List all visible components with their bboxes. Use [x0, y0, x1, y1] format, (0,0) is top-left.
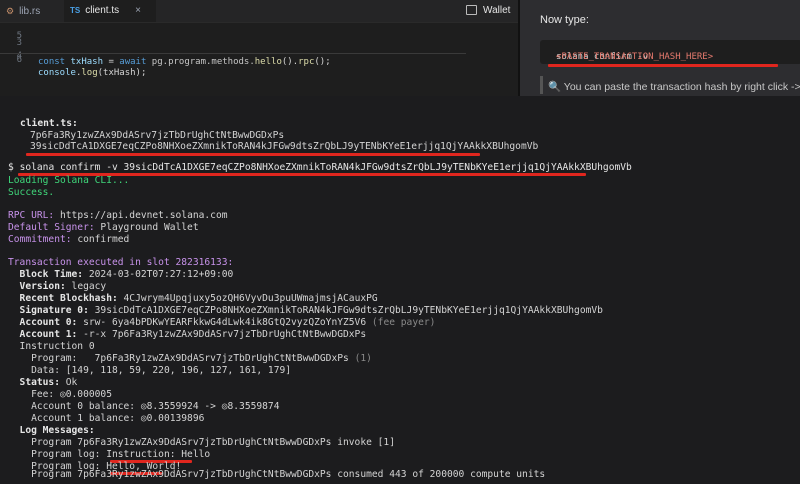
line-number: 6	[16, 55, 22, 65]
code-text: console.log(txHash);	[38, 68, 147, 78]
loading-text: Loading Solana CLI...	[8, 175, 130, 186]
tutorial-command-block[interactable]: solana confirm -v <PASTE_TRANSACTION_HAS…	[540, 40, 800, 64]
tx-hash-line[interactable]: 39sicDdTcA1DXGE7eqCZPo8NHXoeZXmnikToRAN4…	[30, 141, 538, 153]
hint-bar	[540, 76, 543, 94]
executed-heading: Transaction executed in slot 282316133:	[8, 257, 234, 268]
data-line: Data: [149, 118, 59, 220, 196, 127, 161,…	[8, 365, 292, 376]
wallet-button[interactable]: Wallet	[466, 2, 516, 20]
version: Version: legacy	[8, 281, 107, 292]
tab-client-ts[interactable]: TS client.ts ×	[64, 0, 156, 22]
log-line: Program 7p6Fa3Ry1zwZAx9DdASrv7jzTbDrUghC…	[8, 469, 546, 480]
highlight-underline	[26, 153, 480, 156]
log-line: Program 7p6Fa3Ry1zwZAx9DdASrv7jzTbDrUghC…	[8, 437, 395, 448]
account-0-balance: Account 0 balance: ◎8.3559924 -> ◎8.3559…	[8, 401, 280, 412]
close-icon[interactable]: ×	[135, 5, 141, 16]
success-text: Success.	[8, 187, 55, 198]
recent-blockhash: Recent Blockhash: 4CJwrym4Upqjuxy5ozQH6V…	[8, 293, 378, 304]
account-1: Account 1: -r-x 7p6Fa3Ry1zwZAx9DdASrv7jz…	[8, 329, 367, 340]
typescript-icon: TS	[70, 6, 81, 15]
status: Status: Ok	[8, 377, 78, 388]
log-messages-label: Log Messages:	[8, 425, 95, 436]
tab-lib-rs[interactable]: ⚙ lib.rs	[0, 0, 66, 22]
rpc-url: RPC URL: https://api.devnet.solana.com	[8, 210, 228, 221]
tab-label: lib.rs	[19, 6, 41, 17]
terminal[interactable]: client.ts: 7p6Fa3Ry1zwZAx9DdASrv7jzTbDrU…	[0, 96, 800, 484]
default-signer: Default Signer: Playground Wallet	[8, 222, 199, 233]
wallet-label: Wallet	[483, 5, 511, 16]
code-editor[interactable]: ⚙ lib.rs TS client.ts × Wallet 3 4 5 const …	[0, 0, 520, 96]
editor-tab-bar: ⚙ lib.rs TS client.ts × Wallet	[0, 0, 520, 23]
tutorial-instruction: Now type:	[540, 14, 589, 26]
tutorial-hint: 🔍 You can paste the transaction hash by …	[548, 81, 800, 93]
program-line: Program: 7p6Fa3Ry1zwZAx9DdASrv7jzTbDrUgh…	[8, 353, 372, 364]
commitment: Commitment: confirmed	[8, 234, 130, 245]
wallet-icon	[466, 5, 477, 16]
instruction-0: Instruction 0	[8, 341, 95, 352]
block-time: Block Time: 2024-03-02T07:27:12+09:00	[8, 269, 234, 280]
highlight-underline	[548, 64, 778, 67]
tab-label: client.ts	[85, 5, 120, 16]
current-line-border	[0, 53, 466, 54]
account-1-balance: Account 1 balance: ◎0.00139896	[8, 413, 205, 424]
fee-line: Fee: ◎0.000005	[8, 389, 112, 400]
rust-icon: ⚙	[6, 6, 15, 16]
client-label: client.ts:	[20, 118, 78, 129]
account-0: Account 0: srw- 6ya4bPDKwYEARFkkwG4dLwk4…	[8, 317, 436, 328]
signature: Signature 0: 39sicDdTcA1DXGE7eqCZPo8NHXo…	[8, 305, 603, 316]
